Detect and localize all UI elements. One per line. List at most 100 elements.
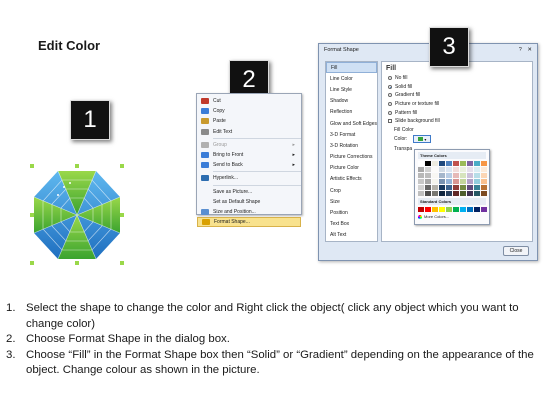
fill-option-pattern-fill[interactable]: Pattern fill bbox=[386, 108, 528, 117]
color-swatch[interactable] bbox=[432, 191, 438, 196]
color-swatch[interactable] bbox=[474, 167, 480, 172]
color-swatch[interactable] bbox=[460, 161, 466, 166]
category-shadow[interactable]: Shadow bbox=[326, 96, 377, 107]
color-swatch[interactable] bbox=[460, 185, 466, 190]
color-swatch[interactable] bbox=[418, 167, 424, 172]
color-swatch[interactable] bbox=[446, 167, 452, 172]
category-position[interactable]: Position bbox=[326, 207, 377, 218]
octagon-shape[interactable] bbox=[30, 164, 124, 265]
color-swatch[interactable] bbox=[418, 179, 424, 184]
color-swatch[interactable] bbox=[467, 185, 473, 190]
menu-item-size-and-position[interactable]: Size and Position... bbox=[197, 207, 301, 217]
fill-option-picture-or-texture-fill[interactable]: Picture or texture fill bbox=[386, 100, 528, 109]
color-swatch[interactable] bbox=[467, 207, 473, 212]
color-swatch[interactable] bbox=[446, 179, 452, 184]
octagon-graphic[interactable] bbox=[30, 164, 124, 265]
fill-option-solid-fill[interactable]: Solid fill bbox=[386, 83, 528, 92]
color-swatch[interactable] bbox=[425, 185, 431, 190]
menu-item-edit-text[interactable]: Edit Text bbox=[197, 127, 301, 137]
category-3-d-rotation[interactable]: 3-D Rotation bbox=[326, 140, 377, 151]
color-swatch[interactable] bbox=[432, 179, 438, 184]
color-swatch[interactable] bbox=[467, 191, 473, 196]
color-swatch[interactable] bbox=[467, 179, 473, 184]
slide-background-fill-option[interactable]: Slide background fill bbox=[386, 117, 528, 126]
color-swatch[interactable] bbox=[481, 185, 487, 190]
color-swatch[interactable] bbox=[418, 191, 424, 196]
radio-button[interactable] bbox=[388, 84, 392, 89]
menu-item-send-to-back[interactable]: Send to Back ▸ bbox=[197, 160, 301, 170]
color-swatch[interactable] bbox=[425, 191, 431, 196]
color-swatch[interactable] bbox=[453, 207, 459, 212]
color-swatch[interactable] bbox=[432, 185, 438, 190]
category-artistic-effects[interactable]: Artistic Effects bbox=[326, 174, 377, 185]
color-swatch[interactable] bbox=[446, 207, 452, 212]
color-swatch[interactable] bbox=[467, 167, 473, 172]
menu-item-save-as-picture[interactable]: Save as Picture... bbox=[197, 187, 301, 197]
close-icon[interactable]: ✕ bbox=[527, 47, 532, 53]
category-fill[interactable]: Fill bbox=[326, 62, 377, 74]
menu-item-paste[interactable]: Paste bbox=[197, 116, 301, 126]
color-swatch[interactable] bbox=[460, 207, 466, 212]
color-swatch[interactable] bbox=[474, 191, 480, 196]
color-swatch[interactable] bbox=[453, 173, 459, 178]
category-alt-text[interactable]: Alt Text bbox=[326, 230, 377, 241]
menu-item-cut[interactable]: Cut bbox=[197, 96, 301, 106]
menu-item-copy[interactable]: Copy bbox=[197, 106, 301, 116]
fill-option-gradient-fill[interactable]: Gradient fill bbox=[386, 91, 528, 100]
category-picture-color[interactable]: Picture Color bbox=[326, 163, 377, 174]
category-crop[interactable]: Crop bbox=[326, 185, 377, 196]
menu-item-hyperlink[interactable]: Hyperlink... bbox=[197, 173, 301, 183]
close-button[interactable]: Close bbox=[503, 246, 529, 256]
color-swatch[interactable] bbox=[481, 173, 487, 178]
category-line-color[interactable]: Line Color bbox=[326, 73, 377, 84]
slide-background-checkbox[interactable] bbox=[388, 119, 392, 124]
color-swatch[interactable] bbox=[439, 167, 445, 172]
category-glow-and-soft-edges[interactable]: Glow and Soft Edges bbox=[326, 118, 377, 129]
category-line-style[interactable]: Line Style bbox=[326, 84, 377, 95]
color-swatch[interactable] bbox=[453, 161, 459, 166]
color-swatch[interactable] bbox=[460, 191, 466, 196]
color-swatch[interactable] bbox=[432, 161, 438, 166]
color-swatch[interactable] bbox=[481, 179, 487, 184]
radio-button[interactable] bbox=[388, 110, 392, 115]
color-swatch[interactable] bbox=[432, 167, 438, 172]
color-swatch[interactable] bbox=[467, 161, 473, 166]
menu-item-set-as-default-shape[interactable]: Set as Default Shape bbox=[197, 197, 301, 207]
color-swatch[interactable] bbox=[481, 161, 487, 166]
color-swatch[interactable] bbox=[432, 207, 438, 212]
category-reflection[interactable]: Reflection bbox=[326, 107, 377, 118]
menu-item-format-shape[interactable]: Format Shape... bbox=[197, 217, 301, 228]
category-3-d-format[interactable]: 3-D Format bbox=[326, 129, 377, 140]
menu-item-group[interactable]: Group ▸ bbox=[197, 140, 301, 150]
radio-button[interactable] bbox=[388, 102, 392, 107]
color-swatch[interactable] bbox=[467, 173, 473, 178]
color-swatch[interactable] bbox=[453, 179, 459, 184]
color-swatch[interactable] bbox=[481, 191, 487, 196]
color-swatch[interactable] bbox=[425, 173, 431, 178]
color-swatch[interactable] bbox=[425, 179, 431, 184]
color-picker-button[interactable]: ▾ bbox=[413, 135, 432, 144]
color-swatch[interactable] bbox=[425, 161, 431, 166]
color-swatch[interactable] bbox=[418, 173, 424, 178]
radio-button[interactable] bbox=[388, 76, 392, 81]
color-swatch[interactable] bbox=[425, 207, 431, 212]
color-swatch[interactable] bbox=[453, 185, 459, 190]
color-swatch[interactable] bbox=[446, 173, 452, 178]
color-swatch[interactable] bbox=[453, 191, 459, 196]
color-swatch[interactable] bbox=[418, 161, 424, 166]
category-size[interactable]: Size bbox=[326, 196, 377, 207]
color-swatch[interactable] bbox=[418, 207, 424, 212]
color-swatch[interactable] bbox=[432, 173, 438, 178]
color-swatch[interactable] bbox=[439, 207, 445, 212]
color-swatch[interactable] bbox=[446, 161, 452, 166]
color-swatch[interactable] bbox=[474, 207, 480, 212]
color-swatch[interactable] bbox=[439, 161, 445, 166]
color-swatch[interactable] bbox=[474, 185, 480, 190]
color-swatch[interactable] bbox=[474, 179, 480, 184]
color-swatch[interactable] bbox=[453, 167, 459, 172]
color-swatch[interactable] bbox=[418, 185, 424, 190]
color-swatch[interactable] bbox=[425, 167, 431, 172]
category-text-box[interactable]: Text Box bbox=[326, 219, 377, 230]
color-swatch[interactable] bbox=[446, 185, 452, 190]
color-swatch[interactable] bbox=[460, 179, 466, 184]
